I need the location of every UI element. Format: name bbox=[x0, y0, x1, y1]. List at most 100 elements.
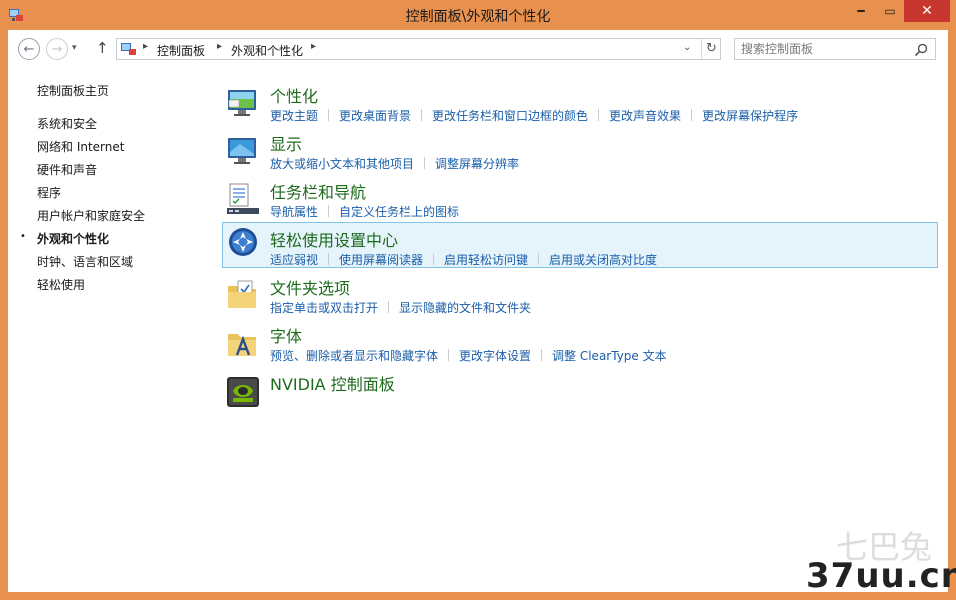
sidebar-item-programs[interactable]: 程序 bbox=[37, 184, 61, 201]
link-show-hidden-files[interactable]: 显示隐藏的文件和文件夹 bbox=[399, 299, 531, 316]
category-links: 更改主题 更改桌面背景 更改任务栏和窗口边框的颜色 更改声音效果 更改屏幕保护程… bbox=[270, 107, 798, 124]
category-title[interactable]: 显示 bbox=[270, 131, 302, 155]
link-change-theme[interactable]: 更改主题 bbox=[270, 107, 318, 124]
link-divider bbox=[598, 109, 600, 121]
link-change-taskbar-color[interactable]: 更改任务栏和窗口边框的颜色 bbox=[432, 107, 588, 124]
category-title[interactable]: 轻松使用设置中心 bbox=[270, 227, 398, 251]
arrow-left-icon: ← bbox=[23, 41, 35, 57]
category-links: 指定单击或双击打开 显示隐藏的文件和文件夹 bbox=[270, 299, 531, 316]
link-divider bbox=[328, 109, 330, 121]
watermark-text: 37uu.cn bbox=[806, 556, 956, 596]
link-divider bbox=[433, 253, 435, 265]
folder-options-icon[interactable] bbox=[226, 278, 260, 312]
breadcrumb-separator-icon[interactable]: ▸ bbox=[143, 41, 148, 52]
close-button[interactable]: ✕ bbox=[904, 0, 950, 22]
category-display: 显示 放大或缩小文本和其他项目 调整屏幕分辨率 bbox=[222, 126, 938, 172]
forward-button[interactable]: → bbox=[46, 38, 68, 60]
category-links: 导航属性 自定义任务栏上的图标 bbox=[270, 203, 459, 220]
link-divider bbox=[328, 205, 330, 217]
category-fonts: 字体 预览、删除或者显示和隐藏字体 更改字体设置 调整 ClearType 文本 bbox=[222, 318, 938, 364]
control-panel-window: 控制面板\外观和个性化 ━ ▭ ✕ ← → ▾ ↑ ▸ 控制面板 ▸ 外观和个性… bbox=[0, 0, 956, 600]
sidebar-item-hardware-sound[interactable]: 硬件和声音 bbox=[37, 161, 97, 178]
category-links: 放大或缩小文本和其他项目 调整屏幕分辨率 bbox=[270, 155, 519, 172]
link-divider bbox=[388, 301, 390, 313]
navigation-bar: ← → ▾ ↑ ▸ 控制面板 ▸ 外观和个性化 ▸ ⌄ ↻ bbox=[8, 30, 948, 68]
sidebar-item-system-security[interactable]: 系统和安全 bbox=[37, 115, 97, 132]
link-resize-text[interactable]: 放大或缩小文本和其他项目 bbox=[270, 155, 414, 172]
link-navigation-properties[interactable]: 导航属性 bbox=[270, 203, 318, 220]
minimize-icon: ━ bbox=[857, 4, 865, 18]
recent-locations-button[interactable]: ▾ bbox=[72, 43, 77, 53]
link-screen-reader[interactable]: 使用屏幕阅读器 bbox=[339, 251, 423, 268]
up-button[interactable]: ↑ bbox=[96, 39, 109, 57]
fonts-icon[interactable] bbox=[226, 326, 260, 360]
link-high-contrast[interactable]: 启用或关闭高对比度 bbox=[549, 251, 657, 268]
sidebar: 控制面板主页 系统和安全 网络和 Internet 硬件和声音 程序 用户帐户和… bbox=[8, 68, 218, 592]
window-content: ← → ▾ ↑ ▸ 控制面板 ▸ 外观和个性化 ▸ ⌄ ↻ 搜索控制面板 控制面… bbox=[8, 30, 948, 592]
arrow-up-icon: ↑ bbox=[96, 39, 109, 57]
category-list: 个性化 更改主题 更改桌面背景 更改任务栏和窗口边框的颜色 更改声音效果 更改屏… bbox=[222, 68, 942, 592]
category-title[interactable]: 文件夹选项 bbox=[270, 275, 350, 299]
category-folder-options: 文件夹选项 指定单击或双击打开 显示隐藏的文件和文件夹 bbox=[222, 270, 938, 316]
category-title[interactable]: 任务栏和导航 bbox=[270, 179, 366, 203]
link-access-keys[interactable]: 启用轻松访问键 bbox=[444, 251, 528, 268]
sidebar-item-ease-of-access[interactable]: 轻松使用 bbox=[37, 276, 85, 293]
minimize-button[interactable]: ━ bbox=[846, 0, 876, 22]
refresh-icon: ↻ bbox=[706, 41, 717, 56]
category-links: 适应弱视 使用屏幕阅读器 启用轻松访问键 启用或关闭高对比度 bbox=[270, 251, 657, 268]
search-input[interactable] bbox=[741, 41, 901, 57]
breadcrumb-appearance[interactable]: 外观和个性化 bbox=[231, 42, 303, 59]
arrow-right-icon: → bbox=[51, 41, 63, 57]
category-personalization: 个性化 更改主题 更改桌面背景 更改任务栏和窗口边框的颜色 更改声音效果 更改屏… bbox=[222, 78, 938, 124]
category-ease-of-access-center: 轻松使用设置中心 适应弱视 使用屏幕阅读器 启用轻松访问键 启用或关闭高对比度 bbox=[222, 222, 938, 268]
sidebar-item-user-accounts[interactable]: 用户帐户和家庭安全 bbox=[37, 207, 145, 224]
category-title[interactable]: 个性化 bbox=[270, 83, 318, 107]
category-nvidia: NVIDIA 控制面板 bbox=[222, 366, 938, 412]
breadcrumb-control-panel[interactable]: 控制面板 bbox=[157, 42, 205, 59]
ease-of-access-icon[interactable] bbox=[226, 227, 260, 261]
refresh-button[interactable]: ↻ bbox=[701, 39, 721, 59]
address-bar[interactable]: ▸ 控制面板 ▸ 外观和个性化 ▸ ⌄ ↻ bbox=[116, 38, 721, 60]
link-divider bbox=[448, 349, 450, 361]
maximize-icon: ▭ bbox=[884, 4, 896, 18]
category-title[interactable]: 字体 bbox=[270, 323, 302, 347]
link-screen-resolution[interactable]: 调整屏幕分辨率 bbox=[435, 155, 519, 172]
search-icon[interactable] bbox=[913, 42, 929, 58]
breadcrumb-separator-icon[interactable]: ▸ bbox=[311, 41, 316, 52]
close-icon: ✕ bbox=[921, 3, 933, 19]
current-item-bullet: • bbox=[20, 231, 26, 242]
control-panel-icon bbox=[121, 43, 136, 55]
nvidia-icon[interactable] bbox=[226, 374, 260, 408]
link-cleartype[interactable]: 调整 ClearType 文本 bbox=[552, 347, 667, 364]
link-change-desktop-background[interactable]: 更改桌面背景 bbox=[339, 107, 411, 124]
link-divider bbox=[541, 349, 543, 361]
category-title[interactable]: NVIDIA 控制面板 bbox=[270, 371, 395, 395]
category-taskbar-navigation: 任务栏和导航 导航属性 自定义任务栏上的图标 bbox=[222, 174, 938, 220]
link-low-vision[interactable]: 适应弱视 bbox=[270, 251, 318, 268]
link-customize-taskbar-icons[interactable]: 自定义任务栏上的图标 bbox=[339, 203, 459, 220]
link-divider bbox=[328, 253, 330, 265]
display-icon[interactable] bbox=[226, 134, 260, 168]
taskbar-icon[interactable] bbox=[226, 182, 260, 216]
window-title: 控制面板\外观和个性化 bbox=[405, 9, 551, 25]
back-button[interactable]: ← bbox=[18, 38, 40, 60]
sidebar-item-home[interactable]: 控制面板主页 bbox=[37, 82, 109, 99]
sidebar-item-clock-language[interactable]: 时钟、语言和区域 bbox=[37, 253, 133, 270]
title-bar[interactable]: 控制面板\外观和个性化 ━ ▭ ✕ bbox=[0, 0, 956, 30]
link-divider bbox=[421, 109, 423, 121]
link-font-settings[interactable]: 更改字体设置 bbox=[459, 347, 531, 364]
maximize-button[interactable]: ▭ bbox=[876, 0, 904, 22]
personalization-icon[interactable] bbox=[226, 86, 260, 120]
sidebar-item-appearance[interactable]: 外观和个性化 bbox=[37, 230, 109, 247]
link-divider bbox=[424, 157, 426, 169]
link-divider bbox=[691, 109, 693, 121]
address-dropdown-icon[interactable]: ⌄ bbox=[683, 42, 691, 53]
link-divider bbox=[538, 253, 540, 265]
link-change-sound-effects[interactable]: 更改声音效果 bbox=[609, 107, 681, 124]
link-change-screen-saver[interactable]: 更改屏幕保护程序 bbox=[702, 107, 798, 124]
link-preview-fonts[interactable]: 预览、删除或者显示和隐藏字体 bbox=[270, 347, 438, 364]
search-box[interactable] bbox=[734, 38, 936, 60]
breadcrumb-separator-icon[interactable]: ▸ bbox=[217, 41, 222, 52]
sidebar-item-network[interactable]: 网络和 Internet bbox=[37, 138, 124, 155]
link-single-double-click[interactable]: 指定单击或双击打开 bbox=[270, 299, 378, 316]
